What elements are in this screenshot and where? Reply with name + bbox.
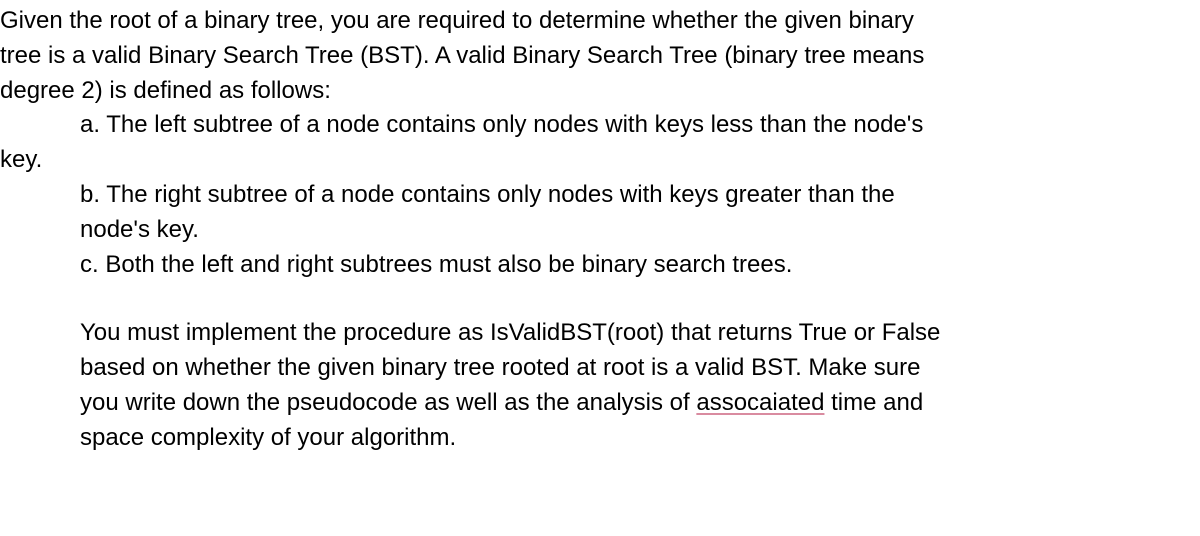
item-b-line-2: node's key. (80, 216, 199, 243)
task-line-3b: time and (824, 389, 923, 416)
problem-statement: Given the root of a binary tree, you are… (0, 0, 1200, 460)
task-line-1: You must implement the procedure as IsVa… (80, 319, 940, 346)
intro-line-1: Given the root of a binary tree, you are… (0, 7, 914, 34)
definition-item-a-continuation: key. (0, 143, 1200, 178)
item-b-line-1: b. The right subtree of a node contains … (80, 181, 895, 208)
task-line-4: space complexity of your algorithm. (80, 424, 456, 451)
intro-line-2: tree is a valid Binary Search Tree (BST)… (0, 42, 924, 69)
definition-item-a: a. The left subtree of a node contains o… (0, 108, 1200, 143)
misspelled-word: assocaiated (696, 389, 824, 416)
task-paragraph: You must implement the procedure as IsVa… (0, 316, 1200, 455)
task-line-3a: you write down the pseudocode as well as… (80, 389, 696, 416)
paragraph-spacer (0, 282, 1200, 316)
task-line-2: based on whether the given binary tree r… (80, 354, 920, 381)
definition-item-b: b. The right subtree of a node contains … (0, 178, 1200, 248)
intro-line-3: degree 2) is defined as follows: (0, 77, 331, 104)
definition-item-c: c. Both the left and right subtrees must… (0, 248, 1200, 283)
intro-paragraph: Given the root of a binary tree, you are… (0, 4, 1200, 108)
